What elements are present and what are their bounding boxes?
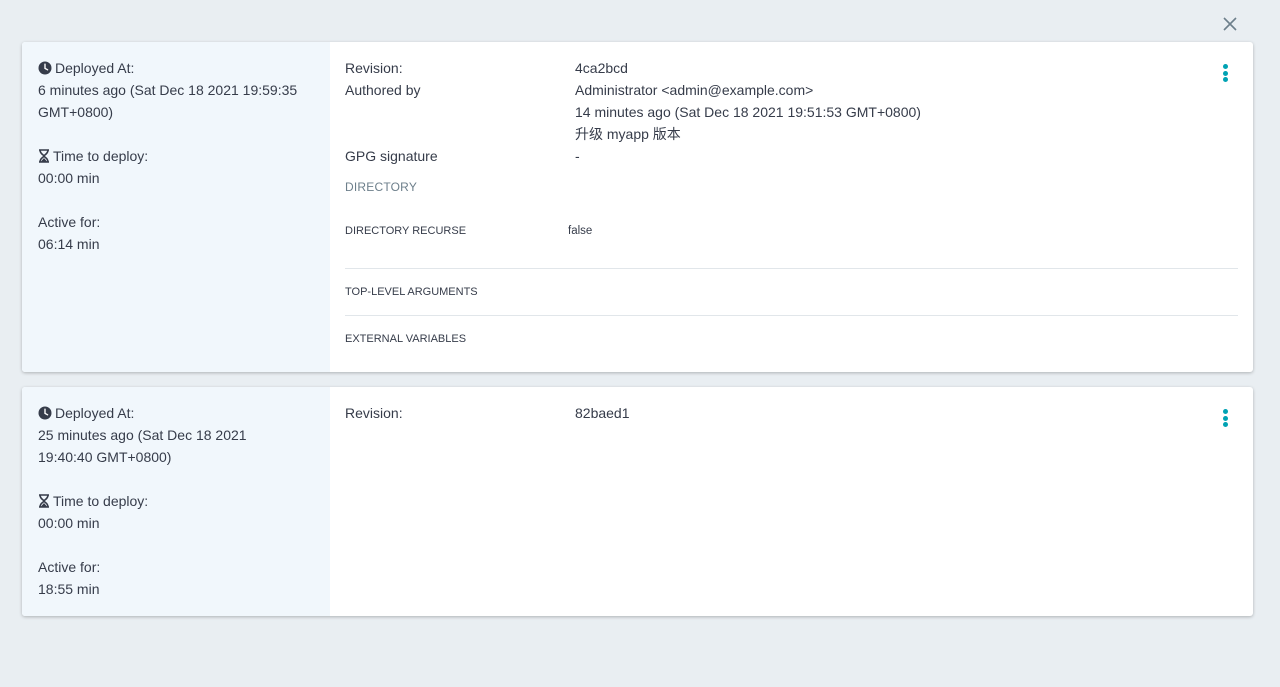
close-icon [1223,17,1237,31]
close-button[interactable] [1216,10,1244,38]
gpg-label: GPG signature [345,148,438,164]
deployed-at-value: 25 minutes ago (Sat Dec 18 2021 19:40:40… [38,427,247,465]
deployed-at-label: Deployed At: [55,405,135,421]
time-to-deploy-label: Time to deploy: [53,148,149,164]
more-options-button[interactable] [1217,62,1233,84]
authored-time: 14 minutes ago (Sat Dec 18 2021 19:51:53… [575,104,921,120]
time-to-deploy-block: Time to deploy: 00:00 min [38,490,330,534]
deployment-card: Deployed At: 6 minutes ago (Sat Dec 18 2… [22,42,1253,372]
authored-row: Authored by Administrator <admin@example… [345,79,1253,145]
directory-title: DIRECTORY [345,180,418,194]
kebab-dot-icon [1222,70,1228,76]
more-options-button[interactable] [1217,407,1233,429]
time-to-deploy-value: 00:00 min [38,515,100,531]
clock-icon [38,61,52,75]
kebab-dot-icon [1222,409,1228,414]
kebab-dot-icon [1222,77,1228,82]
active-for-value: 06:14 min [38,236,100,252]
revision-row: Revision: 4ca2bcd [345,57,1253,79]
kebab-dot-icon [1222,422,1228,427]
commit-message: 升级 myapp 版本 [575,126,681,142]
deployed-at-value: 6 minutes ago (Sat Dec 18 2021 19:59:35 … [38,82,298,120]
deployed-at-label: Deployed At: [55,60,135,76]
revision-label: Revision: [345,60,403,76]
directory-row-key: DIRECTORY RECURSE [345,225,467,237]
authored-label: Authored by [345,82,421,98]
deployment-summary: Deployed At: 25 minutes ago (Sat Dec 18 … [22,387,330,616]
deployment-details: Revision: 4ca2bcd Authored by Administra… [330,42,1253,372]
time-to-deploy-label: Time to deploy: [53,493,149,509]
directory-row-key: TOP-LEVEL ARGUMENTS [345,286,478,298]
deployment-card: Deployed At: 25 minutes ago (Sat Dec 18 … [22,387,1253,616]
time-to-deploy-block: Time to deploy: 00:00 min [38,145,330,189]
deployment-details: Revision: 82baed1 [330,387,1253,616]
revision-value: 82baed1 [575,405,630,421]
directory-row-value: false [568,225,593,237]
active-for-value: 18:55 min [38,581,100,597]
hourglass-icon [39,494,49,508]
active-for-block: Active for: 06:14 min [38,211,330,255]
revision-row: Revision: 82baed1 [345,402,1253,424]
clock-icon [38,406,52,420]
hourglass-icon [39,149,49,163]
revision-label: Revision: [345,405,403,421]
kebab-dot-icon [1222,415,1228,421]
gpg-value: - [575,148,580,164]
active-for-block: Active for: 18:55 min [38,556,330,600]
deployed-at-block: Deployed At: 25 minutes ago (Sat Dec 18 … [38,402,330,468]
active-for-label: Active for: [38,214,101,230]
directory-row-key: EXTERNAL VARIABLES [345,333,467,345]
directory-row: TOP-LEVEL ARGUMENTS [345,268,1238,315]
author-value: Administrator <admin@example.com> [575,82,814,98]
active-for-label: Active for: [38,559,101,575]
gpg-row: GPG signature - [345,145,1253,167]
deployment-summary: Deployed At: 6 minutes ago (Sat Dec 18 2… [22,42,330,372]
directory-row: EXTERNAL VARIABLES [345,315,1238,362]
deployed-at-block: Deployed At: 6 minutes ago (Sat Dec 18 2… [38,57,330,123]
directory-table: DIRECTORY RECURSE false TOP-LEVEL ARGUME… [345,221,1238,362]
kebab-dot-icon [1222,64,1228,69]
time-to-deploy-value: 00:00 min [38,170,100,186]
revision-value: 4ca2bcd [575,60,628,76]
directory-row: DIRECTORY RECURSE false [345,221,1238,268]
